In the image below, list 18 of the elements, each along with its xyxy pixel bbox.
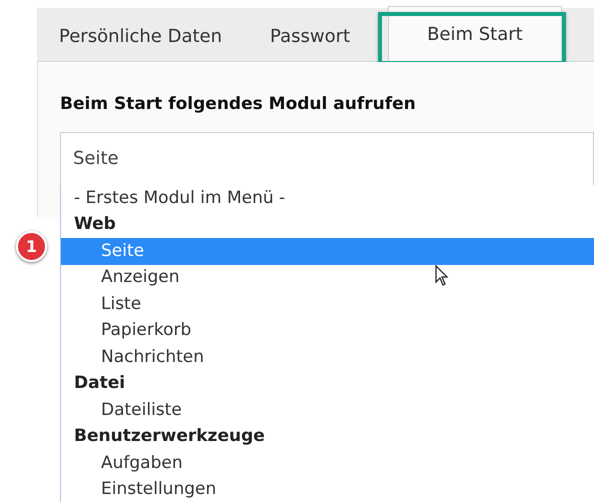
dropdown-option[interactable]: Nachrichten — [61, 344, 208, 370]
dropdown-option[interactable]: Einstellungen — [61, 476, 220, 502]
tab[interactable]: Passwort — [256, 11, 364, 61]
option-group-label: Web — [73, 213, 117, 236]
mouse-pointer-icon — [435, 265, 449, 287]
dropdown-option[interactable]: Dateiliste — [61, 397, 186, 424]
option-group-label: Datei — [73, 372, 126, 396]
step-badge: 1 — [16, 231, 47, 262]
module-select[interactable]: Seite — [60, 132, 594, 186]
option-group-label: Benutzerwerkzeuge — [73, 425, 266, 448]
tab[interactable]: Persönliche Daten — [45, 11, 236, 61]
tab[interactable]: Beim Start — [388, 6, 562, 62]
dropdown-option[interactable]: Anzeigen — [61, 264, 184, 291]
dropdown-option[interactable]: Papierkorb — [61, 318, 196, 344]
dropdown-option[interactable]: Liste — [61, 291, 146, 318]
field-label: Beim Start folgendes Modul aufrufen — [60, 93, 416, 116]
dropdown-option[interactable]: - Erstes Modul im Menü - — [61, 185, 290, 212]
dropdown-option[interactable]: Aufgaben — [61, 450, 187, 476]
